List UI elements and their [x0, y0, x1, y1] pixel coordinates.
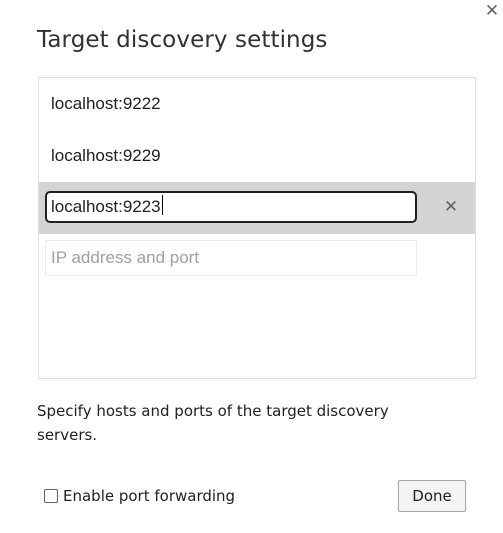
new-target-input[interactable]: IP address and port: [45, 240, 417, 276]
port-forwarding-checkbox[interactable]: [44, 489, 58, 503]
port-forwarding-label: Enable port forwarding: [63, 487, 236, 505]
list-item[interactable]: localhost:9222: [39, 78, 475, 130]
target-address: localhost:9229: [51, 146, 161, 165]
target-discovery-dialog: ✕ Target discovery settings localhost:92…: [0, 0, 503, 533]
target-edit-value: localhost:9223: [51, 197, 161, 216]
close-icon[interactable]: ✕: [481, 0, 503, 22]
text-caret: [161, 195, 163, 215]
help-text: Specify hosts and ports of the target di…: [37, 402, 389, 444]
target-edit-field[interactable]: localhost:9223: [45, 191, 417, 223]
close-icon[interactable]: ✕: [439, 195, 463, 219]
target-address: localhost:9222: [51, 94, 161, 113]
target-list: localhost:9222 localhost:9229 localhost:…: [38, 77, 476, 379]
done-button[interactable]: Done: [398, 480, 466, 512]
list-item[interactable]: localhost:9229: [39, 130, 475, 182]
port-forwarding-toggle[interactable]: Enable port forwarding: [44, 485, 235, 507]
dialog-title: Target discovery settings: [37, 27, 328, 53]
list-item-editing[interactable]: localhost:9223 ✕: [39, 182, 475, 234]
